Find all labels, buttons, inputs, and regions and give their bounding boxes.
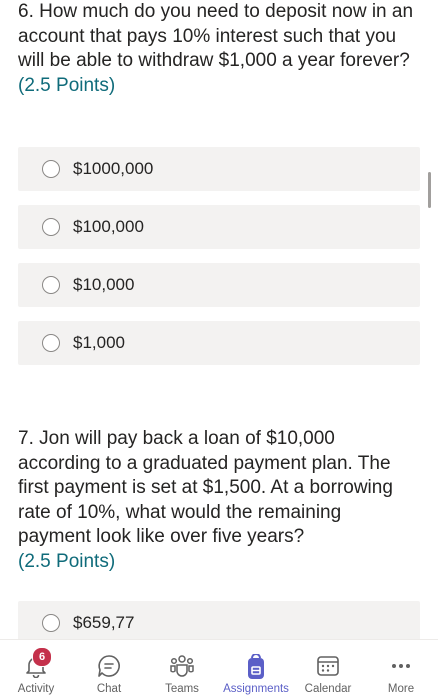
tab-calendar[interactable]: Calendar bbox=[297, 640, 359, 700]
question-6: 6. How much do you need to deposit now i… bbox=[18, 0, 418, 98]
option-label: $1000,000 bbox=[73, 159, 154, 178]
option-label: $100,000 bbox=[73, 217, 144, 236]
bell-icon: 6 bbox=[23, 647, 52, 683]
option-q6-3[interactable]: $10,000 bbox=[18, 263, 420, 307]
tab-chat[interactable]: Chat bbox=[79, 640, 139, 700]
scrollbar[interactable] bbox=[428, 172, 431, 208]
teams-icon bbox=[168, 654, 196, 683]
option-q7-1[interactable]: $659,77 bbox=[18, 601, 420, 640]
tab-teams[interactable]: Teams bbox=[150, 640, 214, 700]
question-text: 7. Jon will pay back a loan of $10,000 a… bbox=[18, 428, 393, 547]
tab-label: Assignments bbox=[223, 683, 289, 695]
notification-badge: 6 bbox=[32, 647, 52, 667]
radio-button-icon[interactable] bbox=[42, 334, 60, 352]
radio-button-icon[interactable] bbox=[42, 276, 60, 294]
option-q6-2[interactable]: $100,000 bbox=[18, 205, 420, 249]
tab-label: More bbox=[387, 683, 415, 695]
chat-icon bbox=[96, 654, 122, 683]
question-points: (2.5 Points) bbox=[18, 550, 116, 572]
more-icon bbox=[389, 654, 413, 683]
tab-label: Activity bbox=[17, 683, 55, 695]
option-label: $10,000 bbox=[73, 275, 135, 294]
option-q6-4[interactable]: $1,000 bbox=[18, 321, 420, 365]
question-text: 6. How much do you need to deposit now i… bbox=[18, 1, 414, 71]
bottom-tab-bar: 6 Activity Chat Teams Assignments Calend… bbox=[0, 639, 438, 700]
question-7: 7. Jon will pay back a loan of $10,000 a… bbox=[18, 427, 418, 574]
radio-button-icon[interactable] bbox=[42, 614, 60, 632]
radio-button-icon[interactable] bbox=[42, 218, 60, 236]
radio-button-icon[interactable] bbox=[42, 160, 60, 178]
tab-label: Chat bbox=[96, 683, 122, 695]
option-q6-1[interactable]: $1000,000 bbox=[18, 147, 420, 191]
option-label: $659,77 bbox=[73, 613, 135, 632]
form-content[interactable]: 6. How much do you need to deposit now i… bbox=[0, 0, 438, 640]
calendar-icon bbox=[316, 654, 340, 683]
tab-label: Calendar bbox=[304, 683, 352, 695]
question-points: (2.5 Points) bbox=[18, 74, 116, 96]
tab-activity[interactable]: 6 Activity bbox=[5, 640, 67, 700]
tab-more[interactable]: More bbox=[373, 640, 429, 700]
tab-label: Teams bbox=[165, 683, 199, 695]
tab-assignments[interactable]: Assignments bbox=[221, 640, 291, 700]
option-label: $1,000 bbox=[73, 333, 125, 352]
assignments-icon bbox=[244, 653, 268, 685]
